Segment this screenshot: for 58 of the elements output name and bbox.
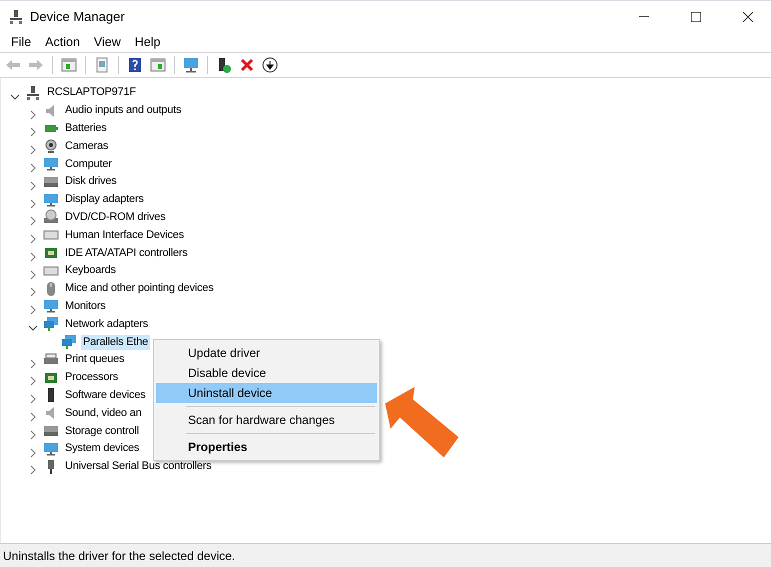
menu-item[interactable]: Disable device — [156, 363, 377, 383]
window-title: Device Manager — [30, 8, 125, 26]
back-arrow-icon — [5, 57, 21, 73]
delete-icon — [239, 57, 255, 73]
status-text: Uninstalls the driver for the selected device. — [3, 548, 236, 564]
minimize-icon — [639, 16, 649, 17]
computer-icon — [8, 8, 24, 24]
close-icon — [743, 12, 753, 22]
window-pane-icon — [61, 57, 77, 73]
forward-arrow-icon — [28, 57, 44, 73]
tree-item[interactable]: IDE ATA/ATAPI controllers — [63, 246, 190, 261]
tree-item[interactable]: Print queues — [63, 352, 126, 368]
document-icon — [94, 57, 110, 73]
tree-item[interactable]: Audio inputs and outputs — [63, 103, 184, 118]
tree-item[interactable]: Keyboards — [63, 263, 118, 278]
tree-item[interactable]: Mice and other pointing devices — [63, 281, 216, 296]
menu-item[interactable]: Scan for hardware changes — [156, 410, 377, 430]
tree-item[interactable]: Disk drives — [63, 174, 119, 190]
help-icon — [127, 57, 143, 73]
tree-item[interactable]: Processors — [63, 370, 120, 386]
tree-item[interactable]: Storage controll — [63, 424, 141, 439]
tree-item[interactable]: System devices — [63, 441, 142, 456]
device-update-icon — [216, 57, 232, 73]
menu-item[interactable]: Properties — [156, 437, 377, 457]
tree-item[interactable]: Display adapters — [63, 192, 146, 208]
network-icon — [43, 316, 59, 332]
tree-item[interactable]: DVD/CD-ROM drives — [63, 210, 168, 225]
download-icon — [262, 57, 278, 73]
tree-item[interactable]: Cameras — [63, 138, 110, 154]
monitor-button[interactable] — [181, 55, 201, 75]
monitor-icon — [43, 156, 59, 172]
monitor-icon — [43, 440, 59, 457]
menu-item[interactable]: Action — [38, 32, 87, 52]
tree-item[interactable]: Universal Serial Bus controllers — [63, 459, 214, 474]
menu-item[interactable]: Uninstall device — [156, 383, 377, 403]
disc-drive-icon — [43, 209, 59, 226]
tree-item[interactable]: Batteries — [63, 120, 109, 136]
tree-item[interactable]: Human Interface Devices — [63, 228, 186, 243]
monitor-icon — [43, 192, 59, 208]
tree-item[interactable]: RCSLAPTOP971F — [45, 85, 138, 100]
tree-item[interactable]: Software devices — [63, 388, 148, 403]
monitor-icon — [183, 57, 199, 73]
tree-item[interactable]: Parallels Ethe — [81, 334, 150, 350]
network-icon — [61, 334, 77, 350]
tree-item[interactable]: Monitors — [63, 298, 108, 314]
tree-item[interactable]: Network adapters — [63, 316, 150, 332]
download-button[interactable] — [260, 55, 280, 75]
window-pane-icon — [150, 57, 166, 73]
menu-item[interactable]: Update driver — [156, 343, 377, 363]
monitor-icon — [43, 298, 59, 314]
maximize-icon — [691, 12, 701, 22]
menu-item[interactable]: View — [86, 32, 128, 52]
tree-item[interactable]: Sound, video an — [63, 406, 144, 421]
webcam-icon — [43, 138, 59, 154]
computer-icon — [25, 84, 41, 101]
menu-item[interactable]: File — [4, 32, 38, 52]
menu-item[interactable]: Help — [128, 32, 168, 52]
tree-item[interactable]: Computer — [63, 156, 114, 172]
